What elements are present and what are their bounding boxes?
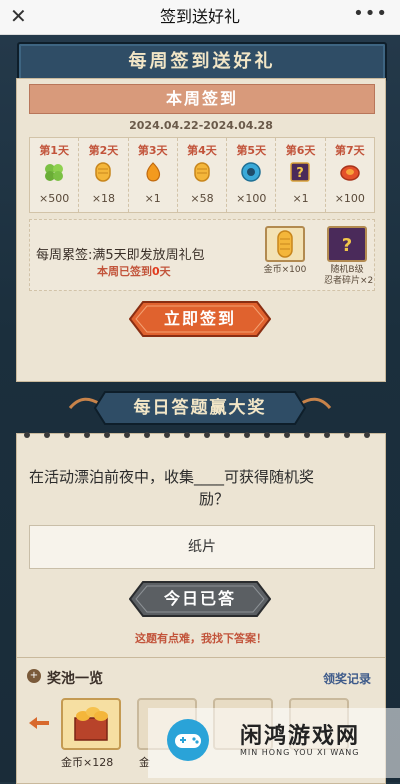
orange-drop-icon <box>146 162 160 182</box>
blue-orb-icon <box>241 162 261 182</box>
answered-today-label: 今日已答 <box>163 589 236 608</box>
question-line-1: 在活动漂泊前夜中，收集____可获得随机奖 <box>29 468 315 486</box>
quiz-panel: 在活动漂泊前夜中，收集____可获得随机奖 励？ 纸片 今日已答 这题有点难，我… <box>16 432 386 671</box>
reward-caption-line2: 忍者碎片×2 <box>324 276 374 286</box>
date-range: 2024.04.22-2024.04.28 <box>129 119 273 132</box>
day-count: ×1 <box>292 192 309 205</box>
quiz-question: 在活动漂泊前夜中，收集____可获得随机奖 励？ <box>29 466 369 510</box>
watermark-sub: MIN HONG YOU XI WANG <box>240 748 360 757</box>
day-cell-7[interactable]: 第7天 ×100 <box>326 138 374 212</box>
bonus-days: 0 <box>152 265 160 278</box>
day-cell-6[interactable]: 第6天 ? ×1 <box>276 138 326 212</box>
reward-caption-line1: 随机B级 <box>330 265 364 275</box>
day-cell-1[interactable]: 第1天 ×500 <box>30 138 80 212</box>
site-watermark: 闲鸿游戏网 MIN HONG YOU XI WANG <box>148 708 400 778</box>
day-label: 第7天 <box>335 144 365 157</box>
day-count: ×500 <box>39 192 70 205</box>
day-count: ×100 <box>236 192 267 205</box>
bonus-prefix: 本周已签到 <box>97 265 152 278</box>
prize-caption: 金币×128 <box>61 756 114 769</box>
day-cell-3[interactable]: 第3天 ×1 <box>129 138 178 212</box>
weekly-banner-title: 每周签到送好礼 <box>128 51 276 72</box>
day-label: 第4天 <box>187 144 217 157</box>
day-label: 第1天 <box>39 144 69 157</box>
sign-in-label: 立即签到 <box>163 309 236 328</box>
notebook-rings <box>24 432 370 438</box>
answer-text: 纸片 <box>188 539 216 555</box>
reward-caption: 金币×100 <box>263 265 307 275</box>
svg-text:?: ? <box>297 166 305 181</box>
weekly-checkin-panel: 本周签到 2024.04.22-2024.04.28 第1天 ×500 第2天 … <box>16 78 386 382</box>
day-label: 第3天 <box>137 144 168 157</box>
nav-bar: ✕ 签到送好礼 ••• <box>0 0 400 35</box>
day-label: 第5天 <box>236 144 267 157</box>
answer-option[interactable]: 纸片 <box>29 525 375 569</box>
weekly-title-bar: 本周签到 <box>29 84 375 114</box>
mystery-box-icon: ? <box>290 162 311 182</box>
weekly-bonus-box: 每周累签:满5天即发放周礼包 本周已签到0天 金币×100 ? 随机B级 忍者碎… <box>29 219 375 291</box>
quiz-banner-title: 每日答题赢大奖 <box>133 398 267 418</box>
plus-icon: + <box>27 669 41 683</box>
day-label: 第6天 <box>285 144 316 157</box>
bonus-title: 每周累签:满5天即发放周礼包 <box>36 248 205 263</box>
day-cell-2[interactable]: 第2天 ×18 <box>79 138 129 212</box>
activity-page: 每周签到送好礼 本周签到 2024.04.22-2024.04.28 第1天 ×… <box>0 35 400 784</box>
day-count: ×18 <box>91 192 116 205</box>
sign-in-button[interactable]: 立即签到 <box>128 301 272 337</box>
day-count: ×58 <box>190 192 214 205</box>
gold-coin-icon <box>265 226 305 262</box>
reward-record-link[interactable]: 领奖记录 <box>323 670 371 687</box>
day-grid: 第1天 ×500 第2天 ×18 第3天 ×1 第4天 ×58 第5天 ×100… <box>29 137 375 213</box>
watermark-name: 闲鸿游戏网 <box>240 724 361 749</box>
red-gem-icon <box>339 165 360 181</box>
question-line-2: 励？ <box>199 490 230 508</box>
day-cell-5[interactable]: 第5天 ×100 <box>227 138 277 212</box>
prize-item-coins[interactable] <box>61 698 121 750</box>
quiz-banner: 每日答题赢大奖 <box>60 388 340 428</box>
svg-text:?: ? <box>342 235 352 256</box>
day-count: ×100 <box>334 192 365 205</box>
prize-pool-title: 奖池一览 <box>47 671 103 687</box>
day-count: ×1 <box>144 192 161 205</box>
chevron-left-icon[interactable] <box>29 716 49 730</box>
answered-today-button[interactable]: 今日已答 <box>128 581 272 617</box>
bonus-progress: 本周已签到0天 <box>97 263 171 279</box>
find-answer-link[interactable]: 这题有点难，我找下答案！ <box>17 630 385 646</box>
more-menu-icon[interactable]: ••• <box>353 3 388 24</box>
gamepad-logo-icon <box>167 719 209 761</box>
weekly-banner: 每周签到送好礼 <box>17 42 387 82</box>
page-title: 签到送好礼 <box>159 7 240 26</box>
day-label: 第2天 <box>88 144 119 157</box>
day-cell-4[interactable]: 第4天 ×58 <box>178 138 228 212</box>
green-clover-icon <box>45 164 63 181</box>
bonus-reward-fragments[interactable]: ? 随机B级 忍者碎片×2 <box>324 226 374 287</box>
gold-coin-icon <box>95 162 112 182</box>
coin-chest-icon <box>74 707 108 741</box>
bonus-reward-coins[interactable]: 金币×100 <box>262 226 308 276</box>
mystery-box-icon: ? <box>327 226 367 262</box>
weekly-title: 本周签到 <box>165 89 238 108</box>
gold-coin-icon <box>194 162 210 182</box>
bonus-suffix: 天 <box>159 265 171 278</box>
